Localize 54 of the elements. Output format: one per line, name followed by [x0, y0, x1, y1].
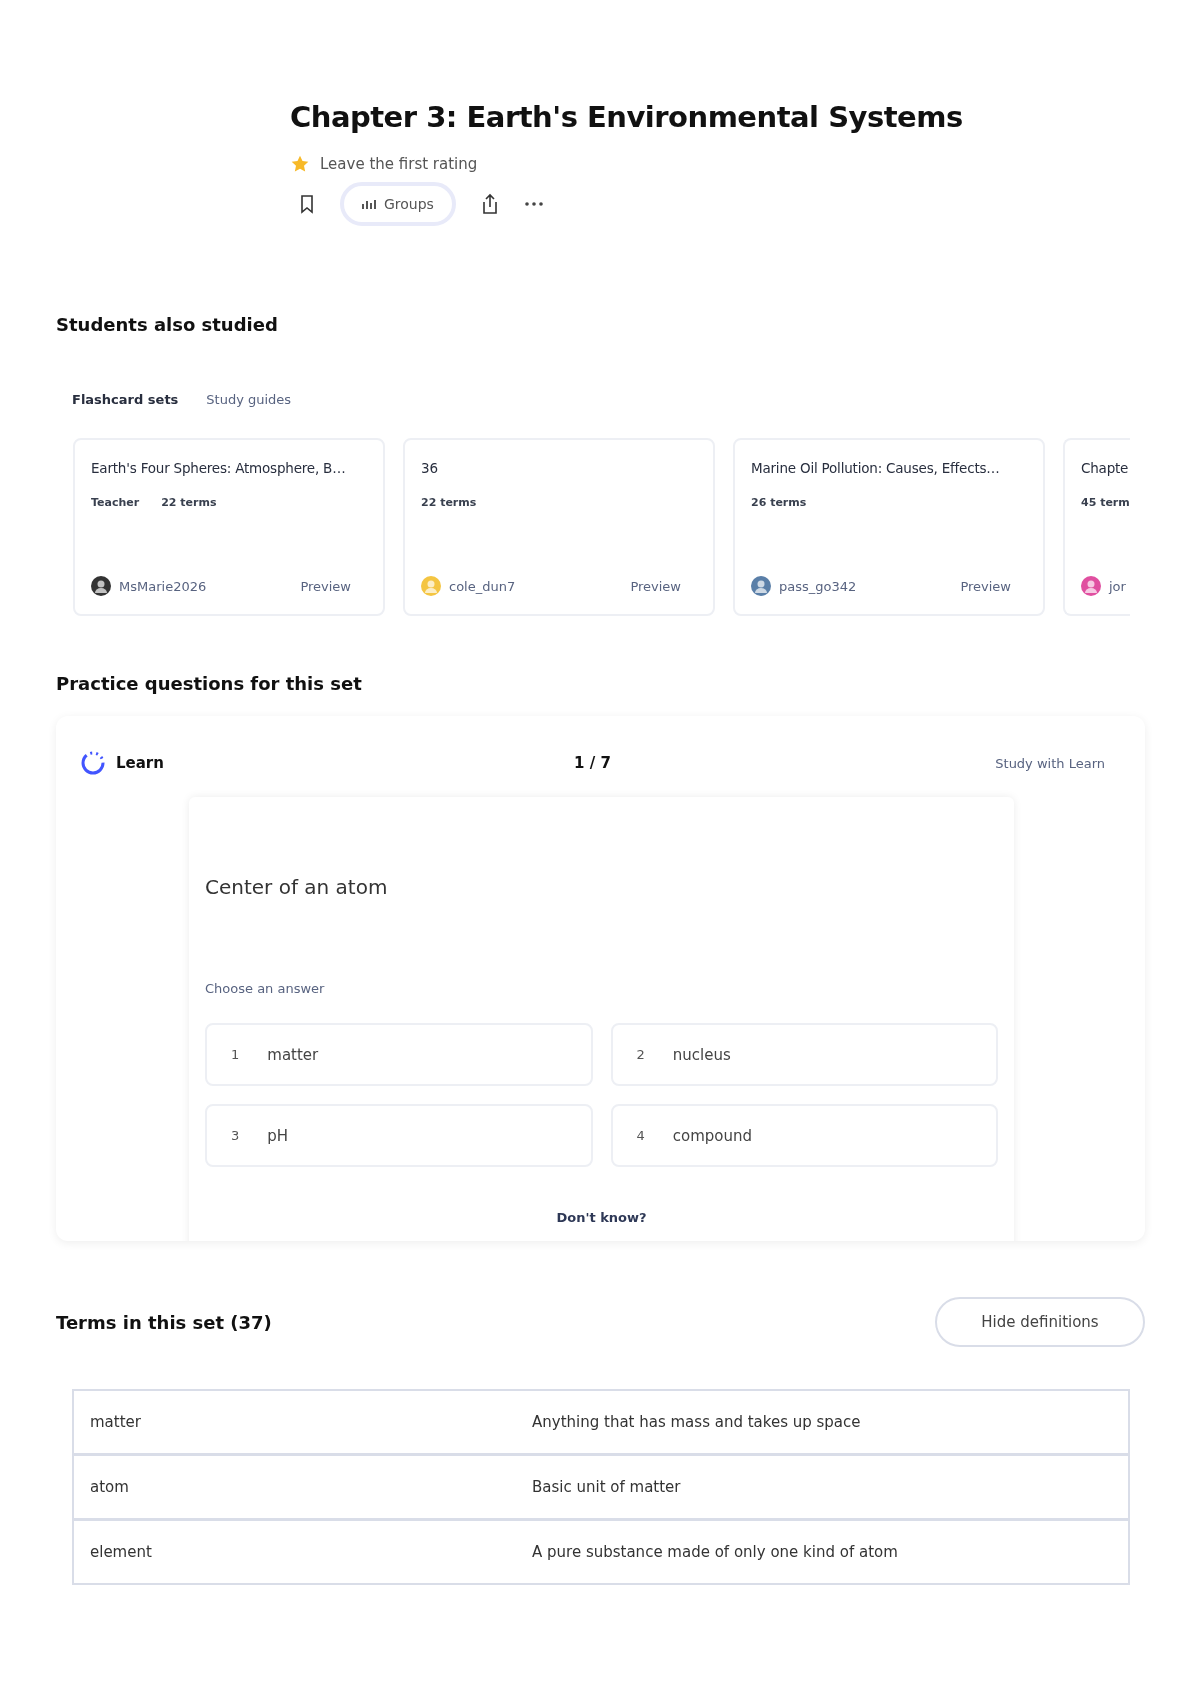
preview-button[interactable]: Preview	[954, 577, 1017, 595]
dont-know-link[interactable]: Don't know?	[550, 1209, 653, 1226]
preview-button[interactable]: Preview	[294, 577, 357, 595]
star-icon[interactable]	[290, 154, 310, 174]
tab[interactable]: Study guides	[206, 392, 292, 407]
avatar-icon	[421, 576, 441, 596]
set-card[interactable]: 36 22 terms cole_dun7 Preview	[403, 438, 715, 616]
username: cole_dun7	[449, 578, 516, 594]
tab[interactable]: Flashcard sets	[72, 392, 179, 407]
section-heading: Practice questions for this set	[56, 673, 363, 694]
card-title: 36	[421, 460, 439, 476]
question-text: Center of an atom	[205, 875, 389, 899]
groups-button[interactable]: Groups	[340, 182, 456, 226]
mode-label: Learn	[116, 754, 164, 772]
set-card[interactable]: Chapte 45 term jor	[1063, 438, 1130, 616]
term-text: atom	[90, 1478, 130, 1496]
hide-definitions-button[interactable]: Hide definitions	[935, 1297, 1145, 1347]
avatar-icon	[1081, 576, 1101, 596]
username: jor	[1109, 578, 1126, 594]
term-count: 45 term	[1081, 496, 1130, 509]
username: MsMarie2026	[119, 578, 207, 594]
study-link[interactable]: Study with Learn	[995, 755, 1105, 771]
teacher-label: Teacher	[91, 496, 140, 509]
prompt-label: Choose an answer	[205, 981, 326, 996]
term-text: matter	[90, 1413, 142, 1431]
term-count: 26 terms	[751, 496, 807, 509]
answer-option[interactable]: 1 matter	[205, 1023, 593, 1086]
card-title: Earth's Four Spheres: Atmosphere, B…	[91, 460, 347, 476]
card-title: Marine Oil Pollution: Causes, Effects…	[751, 460, 1001, 476]
preview-button[interactable]: Preview	[624, 577, 687, 595]
more-icon[interactable]	[523, 201, 544, 207]
definition-text: A pure substance made of only one kind of atom	[532, 1543, 899, 1561]
progress-counter: 1 / 7	[574, 754, 611, 772]
set-title: Chapter 3: Earth's Environmental Systems	[290, 100, 964, 134]
term-text: element	[90, 1543, 153, 1561]
username: pass_go342	[779, 578, 857, 594]
bookmark-icon[interactable]	[298, 194, 316, 214]
term-count: 22 terms	[161, 496, 217, 509]
avatar-icon	[91, 576, 111, 596]
set-card[interactable]: Earth's Four Spheres: Atmosphere, B… Teacher 22 terms MsMarie2026 Preview	[73, 438, 385, 616]
set-card[interactable]: Marine Oil Pollution: Causes, Effects… 26 terms pass_go342 Preview	[733, 438, 1045, 616]
section-heading: Terms in this set (37)	[56, 1311, 272, 1333]
avatar-icon	[751, 576, 771, 596]
answer-option[interactable]: 2 nucleus	[610, 1023, 998, 1086]
rating-link[interactable]: Leave the first rating	[320, 155, 478, 173]
answer-option[interactable]: 3 pH	[205, 1104, 593, 1167]
card-title: Chapte	[1081, 460, 1130, 476]
section-heading: Students also studied	[56, 314, 279, 335]
term-count: 22 terms	[421, 496, 477, 509]
answer-option[interactable]: 4 compound	[610, 1104, 998, 1167]
learn-icon	[80, 750, 106, 776]
definition-text: Anything that has mass and takes up space	[532, 1413, 862, 1431]
bar-chart-icon	[362, 199, 376, 209]
definition-text: Basic unit of matter	[532, 1478, 682, 1496]
